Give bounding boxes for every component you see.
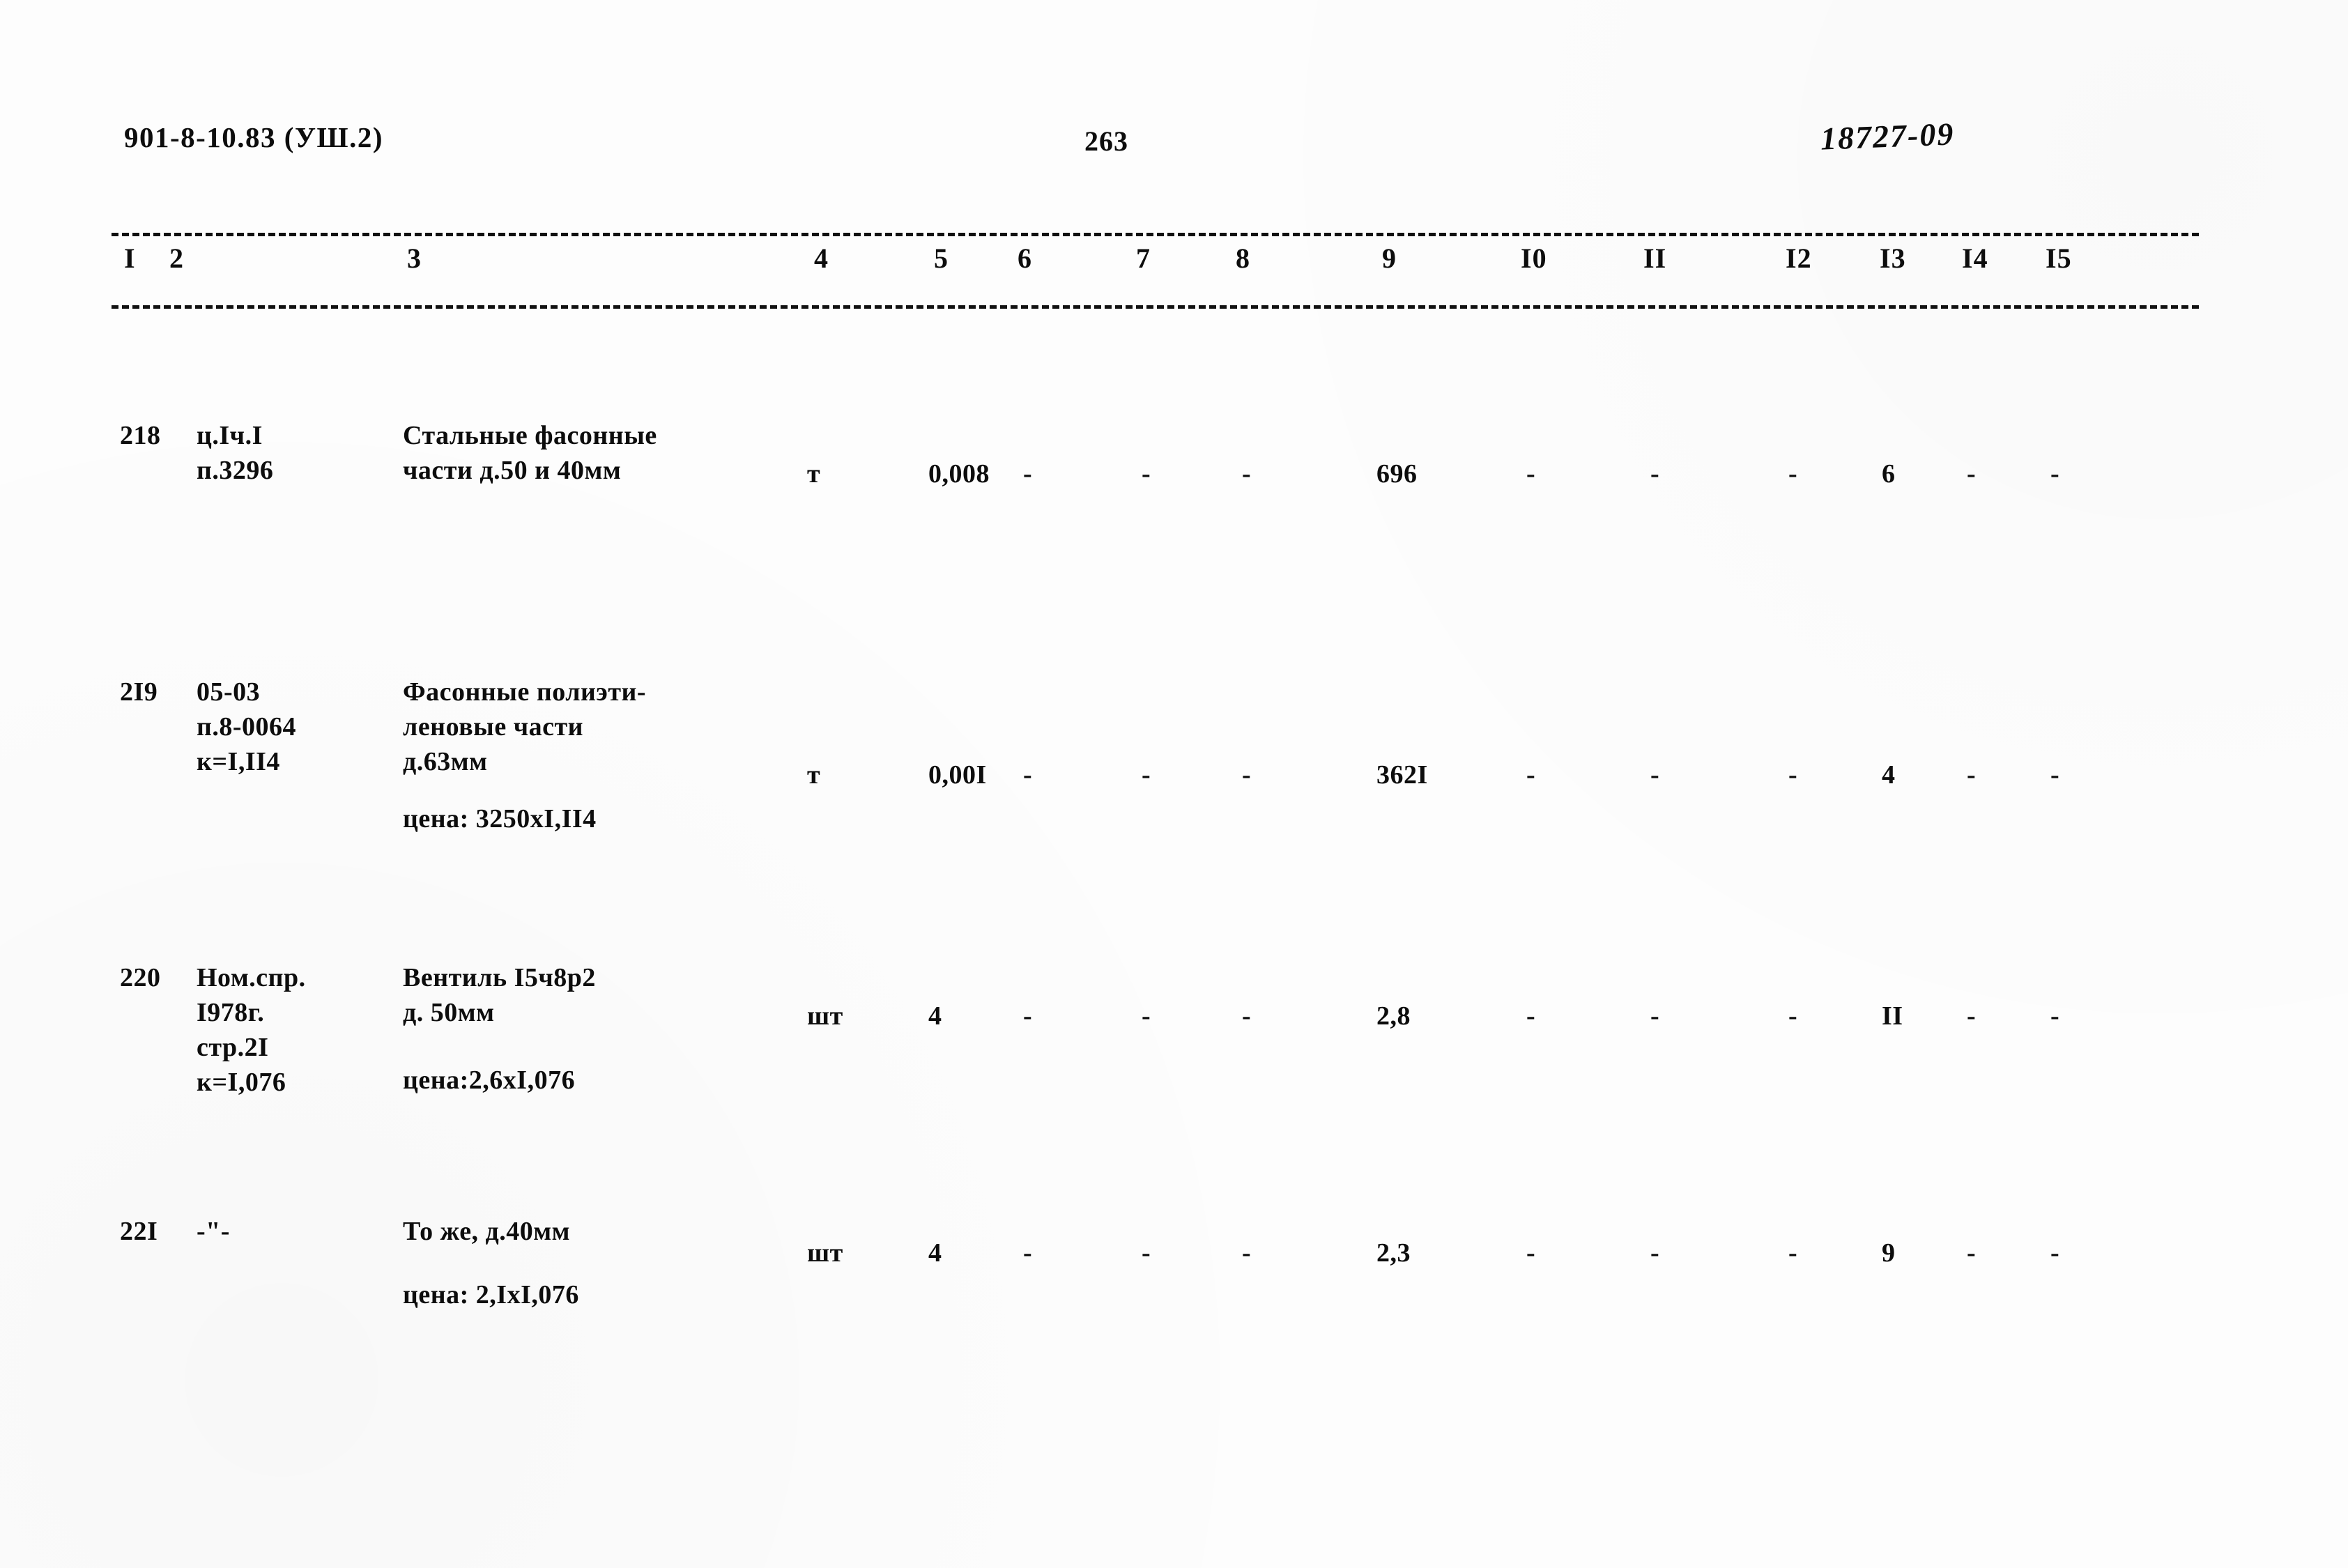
row-number: 2I9: [120, 677, 158, 707]
cell-col10: -: [1526, 760, 1535, 790]
cell-unit: шт: [807, 1001, 843, 1031]
cell-col14: -: [1967, 459, 1976, 489]
cell-col11: -: [1650, 1001, 1659, 1031]
cell-col12: -: [1788, 1001, 1797, 1031]
table-top-rule: [112, 233, 2199, 236]
row-number: 22I: [120, 1217, 158, 1246]
cell-col7: -: [1142, 1001, 1151, 1031]
row-reference-code: ц.Iч.I п.3296: [197, 421, 274, 486]
table-row: 218: [120, 418, 161, 453]
cell-col12: -: [1788, 1238, 1797, 1268]
archive-stamp-number: 18727-09: [1820, 116, 1956, 157]
table-row: 2I9: [120, 675, 158, 709]
cell-qty: 0,00I: [928, 760, 987, 790]
cell-col15: -: [2050, 1238, 2059, 1268]
row-price-note: цена: 3250хI,II4: [403, 804, 597, 833]
row-number: 220: [120, 963, 161, 992]
column-header-II: II: [1643, 243, 1667, 274]
table-row: 22I: [120, 1214, 158, 1249]
cell-col7: -: [1142, 1238, 1151, 1268]
cell-col6: -: [1023, 1238, 1032, 1268]
column-header-I4: I4: [1962, 243, 1988, 274]
column-header-3: 3: [407, 243, 422, 274]
cell-col6: -: [1023, 1001, 1032, 1031]
column-header-I5: I5: [2046, 243, 2072, 274]
cell-col9: 696: [1376, 459, 1418, 489]
column-header-I: I: [124, 243, 136, 274]
row-price-note: цена: 2,IхI,076: [403, 1280, 579, 1309]
cell-unit: т: [807, 760, 821, 790]
cell-col13: 9: [1882, 1238, 1896, 1268]
row-reference-code: -"-: [197, 1217, 230, 1246]
cell-col10: -: [1526, 1238, 1535, 1268]
cell-col8: -: [1242, 1001, 1251, 1031]
cell-col15: -: [2050, 760, 2059, 790]
column-header-I2: I2: [1786, 243, 1812, 274]
cell-col8: -: [1242, 760, 1251, 790]
document-code: 901-8-10.83 (УШ.2): [124, 121, 383, 153]
cell-col15: -: [2050, 459, 2059, 489]
cell-col14: -: [1967, 760, 1976, 790]
column-header-7: 7: [1136, 243, 1151, 274]
cell-col6: -: [1023, 459, 1032, 489]
cell-col9: 2,3: [1376, 1238, 1411, 1268]
cell-col9: 2,8: [1376, 1001, 1411, 1031]
cell-col14: -: [1967, 1001, 1976, 1031]
table-header-rule: [112, 305, 2199, 309]
table-row: 220: [120, 960, 161, 995]
cell-col15: -: [2050, 1001, 2059, 1031]
cell-col11: -: [1650, 459, 1659, 489]
cell-unit: шт: [807, 1238, 843, 1268]
column-header-5: 5: [934, 243, 949, 274]
row-description: Вентиль I5ч8р2 д. 50мм: [403, 963, 596, 1028]
cell-unit: т: [807, 459, 821, 489]
cell-col13: 6: [1882, 459, 1896, 489]
row-description: Стальные фасонные части д.50 и 40мм: [403, 421, 657, 486]
cell-col12: -: [1788, 459, 1797, 489]
column-header-2: 2: [169, 243, 184, 274]
page-number: 263: [1084, 125, 1128, 157]
column-header-9: 9: [1382, 243, 1397, 274]
cell-col14: -: [1967, 1238, 1976, 1268]
row-description: То же, д.40мм: [403, 1217, 571, 1246]
cell-col13: 4: [1882, 760, 1896, 790]
cell-col11: -: [1650, 760, 1659, 790]
cell-col12: -: [1788, 760, 1797, 790]
cell-col8: -: [1242, 459, 1251, 489]
cell-col10: -: [1526, 459, 1535, 489]
cell-col7: -: [1142, 459, 1151, 489]
column-header-6: 6: [1018, 243, 1032, 274]
column-header-I0: I0: [1521, 243, 1547, 274]
column-header-4: 4: [814, 243, 829, 274]
row-number: 218: [120, 421, 161, 450]
row-price-note: цена:2,6хI,076: [403, 1066, 576, 1095]
cell-qty: 4: [928, 1238, 942, 1268]
row-reference-code: 05-03 п.8-0064 к=I,II4: [197, 677, 297, 777]
cell-col9: 362I: [1376, 760, 1428, 790]
cell-col10: -: [1526, 1001, 1535, 1031]
row-description: Фасонные полиэти- леновые части д.63мм: [403, 677, 647, 777]
cell-col6: -: [1023, 760, 1032, 790]
cell-col13: II: [1882, 1001, 1903, 1031]
cell-col11: -: [1650, 1238, 1659, 1268]
cell-col7: -: [1142, 760, 1151, 790]
cell-col8: -: [1242, 1238, 1251, 1268]
cell-qty: 4: [928, 1001, 942, 1031]
row-reference-code: Ном.спр. I978г. стр.2I к=I,076: [197, 963, 306, 1098]
cell-qty: 0,008: [928, 459, 990, 489]
document-page: 901-8-10.83 (УШ.2) 263 18727-09 I2345678…: [0, 0, 2348, 1568]
column-header-8: 8: [1236, 243, 1250, 274]
column-header-I3: I3: [1880, 243, 1906, 274]
